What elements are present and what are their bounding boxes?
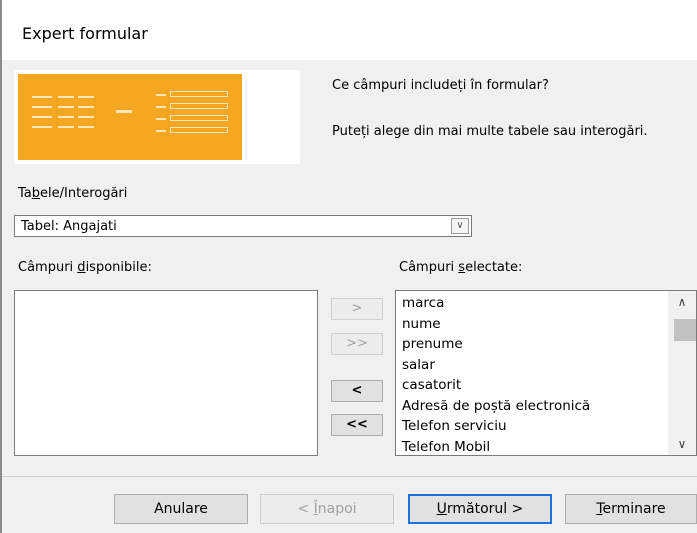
wizard-hint: Puteți alege din mai multe tabele sau in… bbox=[332, 124, 648, 139]
form-layout-illustration bbox=[18, 74, 242, 160]
add-all-fields-button[interactable]: >> bbox=[331, 333, 383, 355]
list-item[interactable]: marca bbox=[402, 293, 590, 314]
list-item[interactable]: casatorit bbox=[402, 375, 590, 396]
remove-field-button[interactable]: < bbox=[331, 380, 383, 402]
footer-separator bbox=[2, 476, 697, 477]
tables-queries-select[interactable]: Tabel: Angajati ∨ bbox=[14, 215, 472, 237]
selected-table-value: Tabel: Angajati bbox=[21, 219, 117, 234]
list-item[interactable]: prenume bbox=[402, 334, 590, 355]
selected-fields-items: marca nume prenume salar casatorit Adres… bbox=[402, 293, 590, 456]
list-item[interactable]: Telefon serviciu bbox=[402, 416, 590, 437]
chevron-down-icon: ∨ bbox=[456, 220, 464, 231]
vertical-scrollbar[interactable]: ∧ ∨ bbox=[668, 291, 696, 455]
scroll-down-button[interactable]: ∨ bbox=[668, 433, 696, 455]
window-title: Expert formular bbox=[22, 24, 148, 43]
back-button[interactable]: < Înapoi bbox=[260, 494, 394, 524]
title-bar: Expert formular bbox=[2, 0, 697, 60]
cancel-button[interactable]: Anulare bbox=[114, 494, 248, 524]
tables-queries-label: Tabele/Interogări bbox=[18, 186, 128, 201]
list-item[interactable]: nume bbox=[402, 314, 590, 335]
form-preview-image bbox=[14, 70, 300, 164]
finish-button[interactable]: Terminare bbox=[565, 494, 697, 524]
add-field-button[interactable]: > bbox=[331, 298, 383, 320]
scroll-thumb[interactable] bbox=[674, 319, 696, 341]
list-item[interactable]: salar bbox=[402, 355, 590, 376]
chevron-down-icon: ∨ bbox=[677, 437, 687, 451]
available-fields-label: Câmpuri disponibile: bbox=[18, 260, 152, 275]
scroll-up-button[interactable]: ∧ bbox=[668, 291, 696, 313]
available-fields-list[interactable] bbox=[14, 290, 318, 456]
wizard-question: Ce câmpuri includeți în formular? bbox=[332, 78, 549, 93]
selected-fields-list[interactable]: marca nume prenume salar casatorit Adres… bbox=[395, 290, 697, 456]
list-item[interactable]: Adresă de poștă electronică bbox=[402, 396, 590, 417]
window-border bbox=[0, 0, 2, 533]
remove-all-fields-button[interactable]: << bbox=[331, 414, 383, 436]
list-item[interactable]: Telefon Mobil bbox=[402, 437, 590, 456]
next-button[interactable]: Următorul > bbox=[408, 494, 552, 524]
selected-fields-label: Câmpuri selectate: bbox=[399, 260, 523, 275]
dropdown-button[interactable]: ∨ bbox=[451, 218, 469, 234]
chevron-up-icon: ∧ bbox=[677, 295, 687, 309]
